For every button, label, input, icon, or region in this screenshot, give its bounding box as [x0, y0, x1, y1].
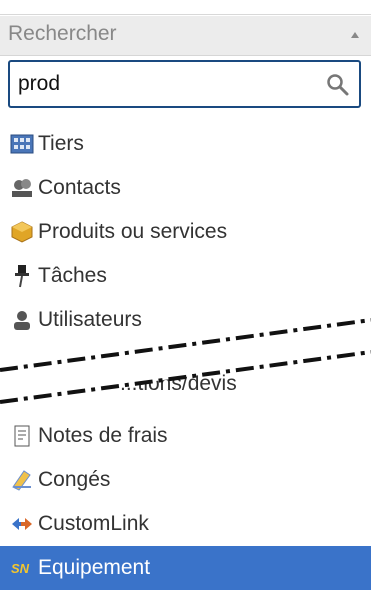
- menu-item-label: Notes de frais: [38, 424, 168, 447]
- deckchair-icon: [8, 466, 36, 494]
- building-icon: [8, 130, 36, 158]
- dropdown-header[interactable]: Rechercher: [0, 16, 371, 56]
- receipt-icon: [8, 422, 36, 450]
- menu-item-tiers[interactable]: Tiers: [0, 122, 371, 166]
- menu-item-produits[interactable]: Produits ou services: [0, 210, 371, 254]
- search-input[interactable]: [18, 70, 298, 98]
- menu-item-label: Equipement: [38, 556, 151, 579]
- menu-item-taches[interactable]: Tâches: [0, 254, 371, 298]
- menu-item-equipement[interactable]: SN Equipement: [0, 546, 371, 590]
- pin-icon: [8, 262, 36, 290]
- menu-item-customlink[interactable]: CustomLink: [0, 502, 371, 546]
- top-strip: [0, 0, 371, 16]
- product-cube-icon: [8, 218, 36, 246]
- menu-item-label: Congés: [38, 468, 111, 491]
- link-arrows-icon: [8, 510, 36, 538]
- contacts-icon: [8, 174, 36, 202]
- menu-item-label: Contacts: [38, 176, 121, 199]
- menu-item-label: Tâches: [38, 264, 107, 287]
- menu-item-conges[interactable]: Congés: [0, 458, 371, 502]
- menu-item-label: CustomLink: [38, 512, 149, 535]
- menu-item-contacts[interactable]: Contacts: [0, 166, 371, 210]
- search-icon[interactable]: [325, 72, 351, 98]
- search-dropdown-panel: Rechercher Tiers: [0, 0, 371, 601]
- menu-item-label: Tiers: [38, 132, 84, 155]
- menu-item-label: Produits ou services: [38, 220, 228, 243]
- svg-text:SN: SN: [11, 561, 30, 576]
- sn-icon: SN: [8, 554, 36, 582]
- header-title: Rechercher: [8, 22, 117, 45]
- menu-item-notes-de-frais[interactable]: Notes de frais: [0, 414, 371, 458]
- collapse-arrow-icon[interactable]: [351, 32, 359, 38]
- search-box[interactable]: [8, 60, 361, 108]
- cut-line-overlay: [0, 318, 371, 404]
- top-divider: [0, 14, 371, 15]
